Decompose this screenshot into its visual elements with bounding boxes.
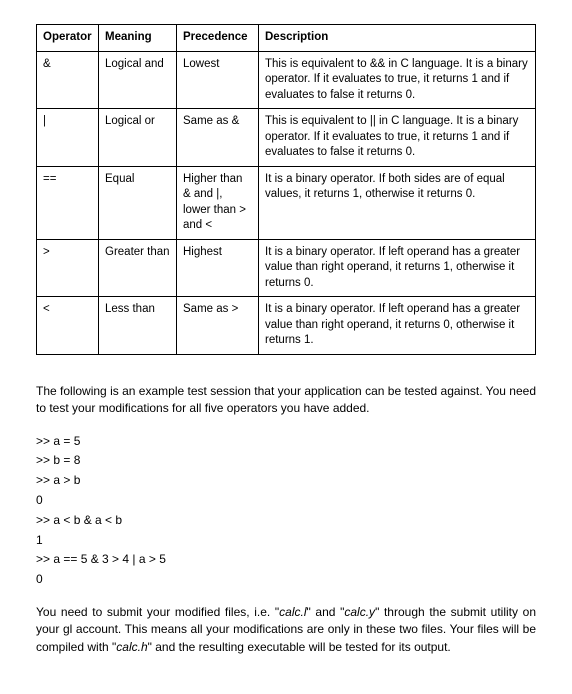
cell-description: This is equivalent to && in C language. … <box>259 51 536 109</box>
operators-table: Operator Meaning Precedence Description … <box>36 24 536 355</box>
session-line: >> a == 5 & 3 > 4 | a > 5 <box>36 550 536 570</box>
cell-precedence: Lowest <box>177 51 259 109</box>
cell-description: It is a binary operator. If both sides a… <box>259 166 536 239</box>
outro-text: " and " <box>307 605 345 619</box>
session-line: >> a > b <box>36 471 536 491</box>
table-row: & Logical and Lowest This is equivalent … <box>37 51 536 109</box>
outro-text: You need to submit your modified files, … <box>36 605 279 619</box>
cell-description: It is a binary operator. If left operand… <box>259 297 536 355</box>
table-header-row: Operator Meaning Precedence Description <box>37 25 536 52</box>
cell-precedence: Higher than & and |, lower than > and < <box>177 166 259 239</box>
session-line: >> b = 8 <box>36 451 536 471</box>
outro-paragraph: You need to submit your modified files, … <box>36 604 536 656</box>
cell-precedence: Highest <box>177 239 259 297</box>
session-line: 0 <box>36 491 536 511</box>
cell-description: It is a binary operator. If left operand… <box>259 239 536 297</box>
table-row: == Equal Higher than & and |, lower than… <box>37 166 536 239</box>
header-description: Description <box>259 25 536 52</box>
filename-calc-l: calc.l <box>279 605 306 619</box>
cell-description: This is equivalent to || in C language. … <box>259 109 536 167</box>
intro-paragraph: The following is an example test session… <box>36 383 536 418</box>
cell-meaning: Greater than <box>99 239 177 297</box>
test-session-block: >> a = 5 >> b = 8 >> a > b 0 >> a < b & … <box>36 432 536 590</box>
cell-operator: | <box>37 109 99 167</box>
cell-meaning: Logical or <box>99 109 177 167</box>
session-line: >> a = 5 <box>36 432 536 452</box>
header-operator: Operator <box>37 25 99 52</box>
cell-meaning: Logical and <box>99 51 177 109</box>
cell-meaning: Less than <box>99 297 177 355</box>
table-row: < Less than Same as > It is a binary ope… <box>37 297 536 355</box>
session-line: >> a < b & a < b <box>36 511 536 531</box>
outro-text: " and the resulting executable will be t… <box>148 640 451 654</box>
session-line: 1 <box>36 531 536 551</box>
cell-operator: < <box>37 297 99 355</box>
cell-operator: == <box>37 166 99 239</box>
header-meaning: Meaning <box>99 25 177 52</box>
table-row: > Greater than Highest It is a binary op… <box>37 239 536 297</box>
table-row: | Logical or Same as & This is equivalen… <box>37 109 536 167</box>
cell-precedence: Same as > <box>177 297 259 355</box>
cell-meaning: Equal <box>99 166 177 239</box>
filename-calc-h: calc.h <box>116 640 147 654</box>
cell-operator: > <box>37 239 99 297</box>
filename-calc-y: calc.y <box>344 605 375 619</box>
cell-operator: & <box>37 51 99 109</box>
header-precedence: Precedence <box>177 25 259 52</box>
cell-precedence: Same as & <box>177 109 259 167</box>
session-line: 0 <box>36 570 536 590</box>
